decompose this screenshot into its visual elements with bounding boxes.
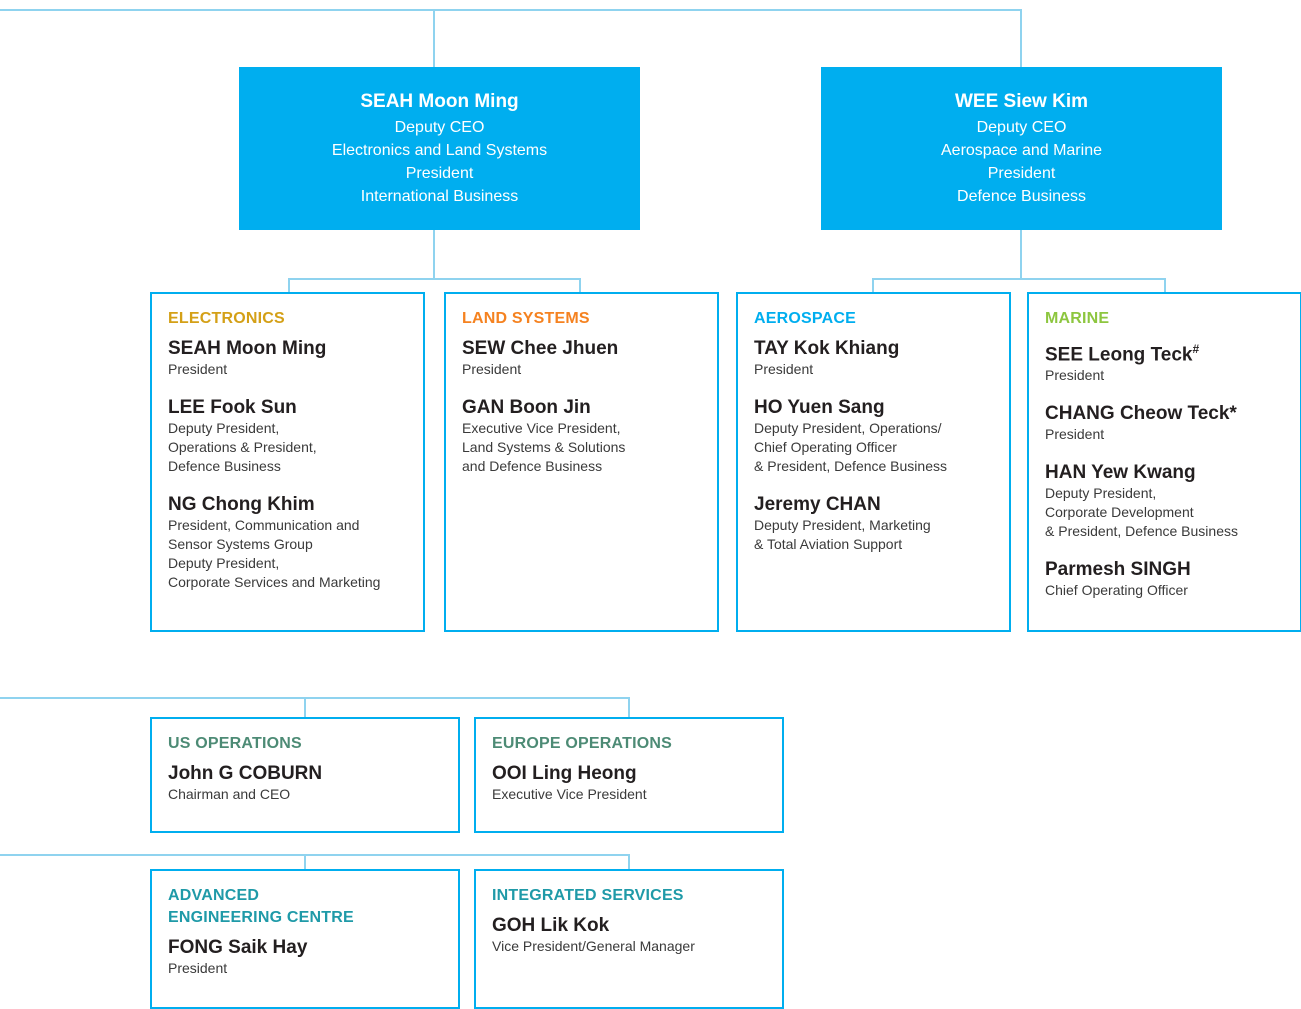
- person-entry: GOH Lik Kok Vice President/General Manag…: [492, 915, 782, 956]
- person-name: FONG Saik Hay: [168, 937, 308, 958]
- person-entry: OOI Ling Heong Executive Vice President: [492, 763, 782, 804]
- person-name: LEE Fook Sun: [168, 397, 297, 418]
- division-heading: AEROSPACE: [754, 310, 856, 327]
- executive-name: SEAH Moon Ming: [360, 91, 519, 112]
- person-name: HO Yuen Sang: [754, 397, 885, 418]
- person-name: OOI Ling Heong: [492, 763, 637, 784]
- person-name: HAN Yew Kwang: [1045, 462, 1196, 484]
- person-entry: Parmesh SINGH Chief Operating Officer: [1045, 559, 1300, 600]
- branch-drop-us-operations: [304, 697, 306, 719]
- executive-title: Deputy CEO: [394, 119, 485, 136]
- person-role: President: [462, 361, 522, 377]
- person-entry: Jeremy CHAN Deputy President, Marketing …: [754, 494, 1009, 554]
- person-entry: CHANG Cheow Teck* President: [1045, 403, 1300, 444]
- person-role: President, Communication and Sensor Syst…: [168, 517, 381, 590]
- person-role: Executive Vice President, Land Systems &…: [462, 420, 626, 474]
- exec-left-branch: [288, 278, 581, 280]
- executive-title: Aerospace and Marine: [941, 142, 1102, 159]
- exec-right-branch: [872, 278, 1166, 280]
- footnote-mark: *: [1229, 403, 1237, 425]
- person-role: President: [168, 960, 228, 976]
- exec-left-stem: [433, 229, 435, 279]
- division-heading: MARINE: [1045, 310, 1110, 327]
- person-role: Chief Operating Officer: [1045, 582, 1188, 599]
- operations-heading: US OPERATIONS: [168, 735, 302, 752]
- person-role: Deputy President, Operations/ Chief Oper…: [754, 420, 947, 474]
- executive-box-seah: SEAH Moon Ming Deputy CEO Electronics an…: [239, 67, 640, 230]
- person-entry: John G COBURN Chairman and CEO: [168, 763, 458, 804]
- person-entry: FONG Saik Hay President: [168, 937, 458, 978]
- person-entry: SEE Leong Teck# President: [1045, 338, 1300, 385]
- top-connector-line: [0, 9, 1022, 11]
- person-name: Jeremy CHAN: [754, 494, 881, 515]
- executive-box-wee: WEE Siew Kim Deputy CEO Aerospace and Ma…: [821, 67, 1222, 230]
- person-name: NG Chong Khim: [168, 494, 315, 515]
- person-entry: LEE Fook Sun Deputy President, Operation…: [168, 397, 423, 476]
- executive-title: Defence Business: [957, 188, 1086, 205]
- executive-title: President: [987, 165, 1056, 182]
- division-box-marine: MARINE SEE Leong Teck# President CHANG C…: [1027, 292, 1301, 632]
- person-name-text: CHANG Cheow Teck: [1045, 403, 1230, 425]
- person-entry: GAN Boon Jin Executive Vice President, L…: [462, 397, 717, 476]
- division-box-electronics: ELECTRONICS SEAH Moon Ming President LEE…: [150, 292, 425, 632]
- exec-right-stem: [1020, 229, 1022, 279]
- person-name: SEE Leong Teck#: [1045, 338, 1300, 366]
- person-entry: SEAH Moon Ming President: [168, 338, 423, 379]
- person-role: President: [1045, 426, 1105, 443]
- operations-connector-line: [0, 697, 630, 699]
- centres-connector-line: [0, 854, 630, 856]
- division-heading: ELECTRONICS: [168, 310, 285, 327]
- person-name: SEAH Moon Ming: [168, 338, 327, 359]
- operations-heading: EUROPE OPERATIONS: [492, 735, 673, 752]
- person-name: GAN Boon Jin: [462, 397, 591, 418]
- executive-title: Electronics and Land Systems: [331, 142, 548, 159]
- centre-box-integrated-services: INTEGRATED SERVICES GOH Lik Kok Vice Pre…: [474, 869, 784, 1009]
- division-box-land-systems: LAND SYSTEMS SEW Chee Jhuen President GA…: [444, 292, 719, 632]
- person-role: Chairman and CEO: [168, 786, 291, 802]
- person-entry: HO Yuen Sang Deputy President, Operation…: [754, 397, 1009, 476]
- division-box-aerospace: AEROSPACE TAY Kok Khiang President HO Yu…: [736, 292, 1011, 632]
- person-entry: HAN Yew Kwang Deputy President, Corporat…: [1045, 462, 1300, 541]
- executive-title: President: [405, 165, 474, 182]
- person-role: Deputy President, Operations & President…: [168, 420, 317, 474]
- person-name: Parmesh SINGH: [1045, 559, 1191, 581]
- centre-heading: INTEGRATED SERVICES: [492, 887, 684, 904]
- person-role: Deputy President, Marketing & Total Avia…: [754, 517, 931, 552]
- operations-box-us: US OPERATIONS John G COBURN Chairman and…: [150, 717, 460, 833]
- person-entry: TAY Kok Khiang President: [754, 338, 1009, 379]
- person-role: President: [1045, 367, 1105, 384]
- person-name: CHANG Cheow Teck*: [1045, 403, 1300, 425]
- branch-drop-europe-operations: [628, 697, 630, 719]
- footnote-mark: #: [1192, 342, 1200, 356]
- top-connector-drop-left: [433, 9, 435, 67]
- person-role: Vice President/General Manager: [492, 938, 695, 954]
- executive-title: International Business: [360, 188, 519, 205]
- person-name: GOH Lik Kok: [492, 915, 610, 936]
- division-heading: LAND SYSTEMS: [462, 310, 590, 327]
- person-name: TAY Kok Khiang: [754, 338, 900, 359]
- person-name: SEW Chee Jhuen: [462, 338, 619, 359]
- centre-heading: ADVANCED ENGINEERING CENTRE: [168, 887, 354, 926]
- executive-title: Deputy CEO: [976, 119, 1067, 136]
- operations-box-europe: EUROPE OPERATIONS OOI Ling Heong Executi…: [474, 717, 784, 833]
- top-connector-drop-right: [1020, 9, 1022, 67]
- person-role: President: [168, 361, 228, 377]
- centre-box-advanced-engineering: ADVANCED ENGINEERING CENTRE FONG Saik Ha…: [150, 869, 460, 1009]
- executive-name: WEE Siew Kim: [954, 91, 1089, 112]
- person-entry: NG Chong Khim President, Communication a…: [168, 494, 423, 592]
- person-name: John G COBURN: [168, 763, 323, 784]
- person-role: Deputy President, Corporate Development …: [1045, 485, 1238, 540]
- person-name-text: SEE Leong Teck: [1045, 344, 1193, 366]
- person-role: President: [754, 361, 814, 377]
- person-role: Executive Vice President: [492, 786, 647, 802]
- person-entry: SEW Chee Jhuen President: [462, 338, 717, 379]
